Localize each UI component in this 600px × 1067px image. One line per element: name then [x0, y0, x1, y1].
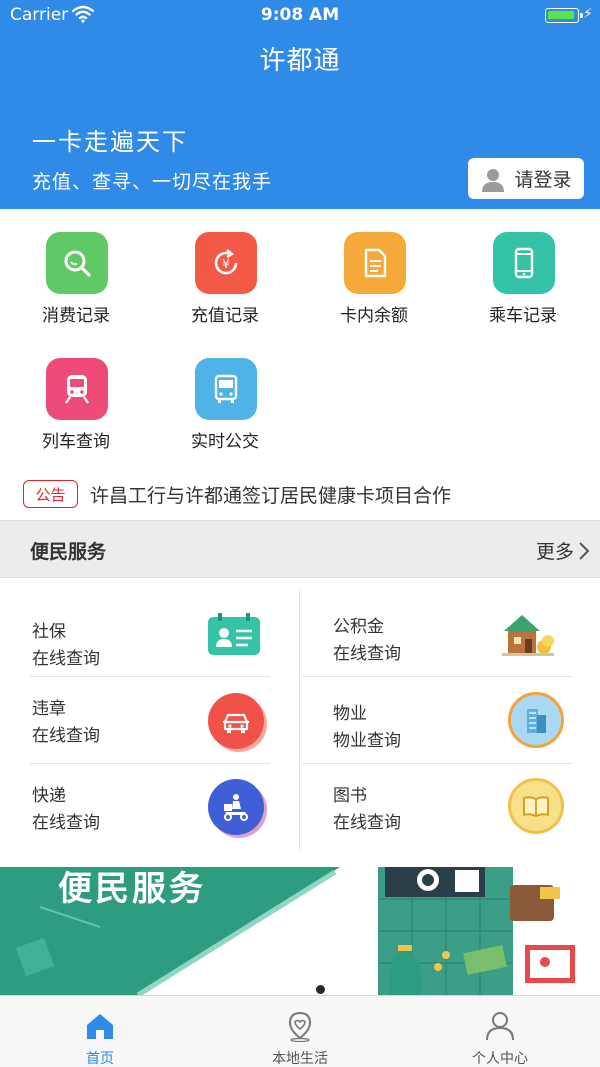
service-subtitle: 在线查询: [333, 813, 401, 833]
chevron-right-icon: [579, 541, 590, 560]
grid-item-label: 乘车记录: [489, 306, 557, 326]
service-subtitle: 在线查询: [32, 649, 100, 669]
document-icon: [364, 248, 387, 278]
service-property[interactable]: 物业 物业查询: [333, 692, 600, 785]
grid-item-realtime-bus[interactable]: 实时公交: [150, 335, 300, 455]
grid-icon-bg: [46, 358, 108, 420]
app-title: 许都通: [259, 46, 341, 76]
grid-icon-bg: [195, 358, 257, 420]
services-panel: 社保 在线查询 公积金 在线查询 违章 在线查询 物业 物业查询 快递 在线查询…: [0, 579, 600, 867]
service-traffic-violation[interactable]: 违章 在线查询: [32, 693, 302, 780]
carousel-dot[interactable]: [270, 985, 279, 994]
search-icon: [64, 250, 91, 277]
feature-grid: 消费记录 ¥ 充值记录 卡内余额 乘车记录 列车查询 实时公交: [0, 209, 600, 471]
grid-icon-bg: [344, 232, 406, 294]
service-library-books[interactable]: 图书 在线查询: [333, 778, 600, 867]
grid-item-label: 消费记录: [42, 306, 110, 326]
hero-title: 一卡走遍天下: [32, 128, 188, 156]
notice-text: 许昌工行与许都通签订居民健康卡项目合作: [90, 485, 452, 507]
bus-icon: [214, 374, 238, 403]
service-social-security[interactable]: 社保 在线查询: [32, 613, 302, 703]
service-housing-fund[interactable]: 公积金 在线查询: [333, 612, 600, 698]
carousel-dot-active[interactable]: [316, 985, 325, 994]
tab-label: 个人中心: [472, 1051, 528, 1067]
tab-home[interactable]: 首页: [0, 996, 200, 1067]
battery-icon: [545, 8, 583, 23]
service-title: 图书: [333, 786, 367, 806]
grid-item-train-query[interactable]: 列车查询: [1, 335, 151, 455]
notice-tag: 公告: [23, 480, 78, 508]
id-card-icon: [206, 607, 262, 663]
grid-item-card-balance[interactable]: 卡内余额: [299, 209, 449, 329]
hero-subtitle: 充值、查寻、一切尽在我手: [32, 171, 273, 193]
location-pin-icon: [288, 1011, 312, 1042]
grid-item-ride-records[interactable]: 乘车记录: [448, 209, 598, 329]
service-subtitle: 在线查询: [32, 813, 100, 833]
service-title: 快递: [32, 786, 66, 806]
service-subtitle: 在线查询: [333, 644, 401, 664]
clock: 9:08 AM: [260, 5, 340, 25]
more-label: 更多: [535, 541, 574, 563]
grid-item-label: 卡内余额: [340, 306, 408, 326]
service-title: 社保: [32, 622, 66, 642]
service-subtitle: 在线查询: [32, 726, 100, 746]
carousel-dots: [270, 985, 325, 994]
notice-bar[interactable]: 公告 许昌工行与许都通签订居民健康卡项目合作: [0, 474, 600, 518]
grid-icon-bg: ¥: [195, 232, 257, 294]
svg-text:¥: ¥: [222, 257, 230, 271]
home-icon: [87, 1014, 113, 1039]
user-avatar-icon: [482, 168, 505, 192]
status-bar: Carrier 9:08 AM ⚡: [0, 0, 600, 30]
service-title: 物业: [333, 704, 367, 724]
book-icon: [508, 778, 564, 834]
service-title: 公积金: [333, 617, 384, 637]
grid-item-label: 列车查询: [42, 432, 110, 452]
grid-icon-bg: [493, 232, 555, 294]
house-coins-icon: [500, 606, 556, 662]
grid-item-consumption-records[interactable]: 消费记录: [1, 209, 151, 329]
phone-icon: [514, 247, 534, 279]
banner-text: 便民服务: [58, 869, 206, 909]
train-icon: [65, 375, 89, 404]
tab-local-life[interactable]: 本地生活: [200, 996, 400, 1067]
tab-label: 本地生活: [272, 1051, 328, 1067]
grid-item-label: 充值记录: [191, 306, 259, 326]
person-icon: [486, 1012, 514, 1041]
service-express-delivery[interactable]: 快递 在线查询: [32, 779, 302, 867]
section-header: 便民服务 更多: [0, 520, 600, 578]
building-icon: [508, 692, 564, 748]
login-label: 请登录: [514, 169, 572, 191]
delivery-scooter-icon: [208, 779, 264, 835]
grid-icon-bg: [46, 232, 108, 294]
charging-bolt-icon: ⚡: [583, 6, 593, 22]
header: Carrier 9:08 AM ⚡ 许都通 一卡走遍天下 充值、查寻、一切尽在我…: [0, 0, 600, 209]
yen-refresh-icon: ¥: [214, 249, 238, 275]
promo-banner[interactable]: 便民服务: [0, 867, 600, 995]
grid-item-label: 实时公交: [191, 432, 259, 452]
service-title: 违章: [32, 699, 66, 719]
car-icon: [208, 693, 264, 749]
section-title: 便民服务: [30, 541, 107, 563]
tab-label: 首页: [86, 1051, 114, 1067]
service-subtitle: 物业查询: [333, 731, 401, 751]
carousel-dot[interactable]: [293, 985, 302, 994]
grid-item-recharge-records[interactable]: ¥ 充值记录: [150, 209, 300, 329]
tab-personal-center[interactable]: 个人中心: [400, 996, 600, 1067]
tab-bar: 首页 本地生活 个人中心: [0, 995, 600, 1067]
more-button[interactable]: 更多: [536, 537, 590, 564]
login-button[interactable]: 请登录: [468, 158, 584, 199]
